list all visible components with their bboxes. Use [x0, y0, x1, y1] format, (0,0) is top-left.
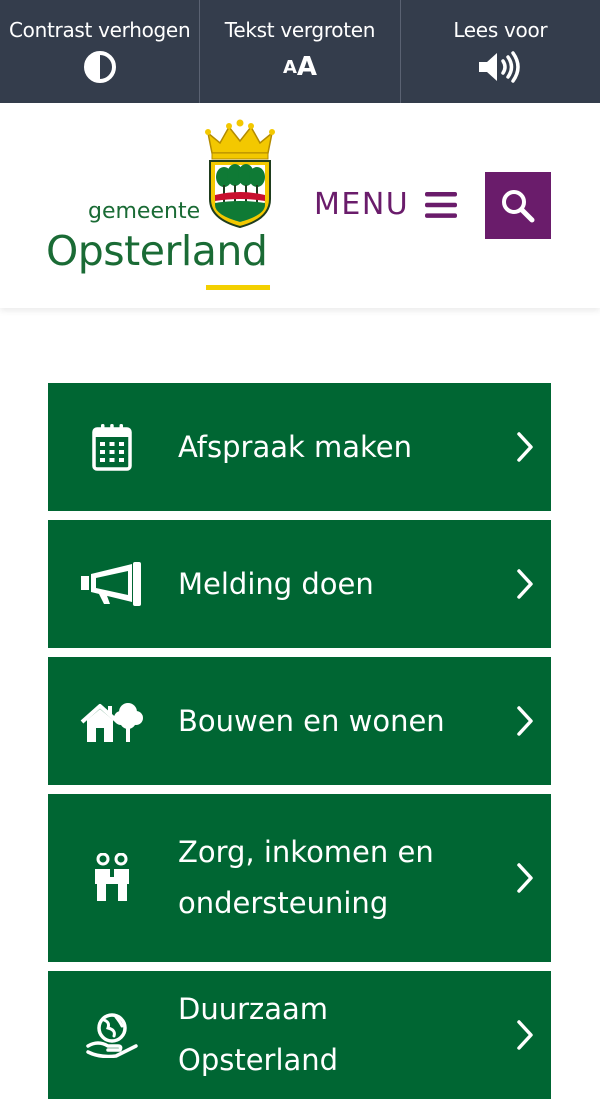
tile-label: Bouwen en wonen: [178, 703, 445, 738]
chevron-right-icon: [517, 1020, 533, 1050]
municipality-logo[interactable]: gemeente Opsterland: [46, 119, 286, 294]
menu-button[interactable]: MENU: [314, 187, 458, 222]
chevron-right-icon: [517, 863, 533, 893]
accessibility-toolbar: Contrast verhogen Tekst vergroten AA Lee…: [0, 0, 600, 103]
tile-melding-doen[interactable]: Melding doen: [48, 520, 551, 648]
search-button[interactable]: [485, 172, 551, 239]
tile-duurzaam-opsterland[interactable]: Duurzaam Opsterland: [48, 971, 551, 1099]
coat-of-arms-icon: [205, 119, 275, 229]
chevron-right-icon: [517, 432, 533, 462]
logo-underline: [206, 285, 270, 290]
contrast-icon: [83, 50, 117, 84]
globe-hand-icon: [80, 1003, 144, 1067]
text-size-button[interactable]: Tekst vergroten AA: [199, 0, 399, 103]
menu-label: MENU: [314, 187, 410, 222]
megaphone-icon: [80, 552, 144, 616]
quick-links: Afspraak maken Melding doen Bouwen en wo…: [48, 383, 551, 1108]
text-size-icon: AA: [283, 50, 317, 84]
logo-text-gemeente: gemeente: [88, 199, 201, 224]
tile-label: Duurzaam Opsterland: [178, 992, 339, 1077]
text-size-large-a: A: [296, 52, 318, 82]
tile-afspraak-maken[interactable]: Afspraak maken: [48, 383, 551, 511]
contrast-label: Contrast verhogen: [9, 18, 191, 42]
chevron-right-icon: [517, 569, 533, 599]
read-aloud-label: Lees voor: [453, 18, 548, 42]
site-header: gemeente Opsterland MENU: [0, 103, 600, 308]
house-tree-icon: [80, 689, 144, 753]
tile-label: Zorg, inkomen en ondersteuning: [178, 835, 434, 920]
tile-bouwen-en-wonen[interactable]: Bouwen en wonen: [48, 657, 551, 785]
text-size-small-a: A: [282, 56, 297, 78]
calendar-icon: [80, 415, 144, 479]
read-aloud-button[interactable]: Lees voor: [399, 0, 600, 103]
text-size-label: Tekst vergroten: [224, 18, 376, 42]
search-icon: [502, 189, 535, 222]
care-people-icon: [80, 846, 144, 910]
chevron-right-icon: [517, 706, 533, 736]
tile-label: Afspraak maken: [178, 429, 413, 464]
tile-label: Melding doen: [178, 566, 374, 601]
speaker-icon: [477, 50, 523, 84]
logo-text-opsterland: Opsterland: [46, 227, 268, 275]
hamburger-icon: [425, 191, 458, 218]
tile-zorg-inkomen-ondersteuning[interactable]: Zorg, inkomen en ondersteuning: [48, 794, 551, 962]
contrast-button[interactable]: Contrast verhogen: [0, 0, 199, 103]
